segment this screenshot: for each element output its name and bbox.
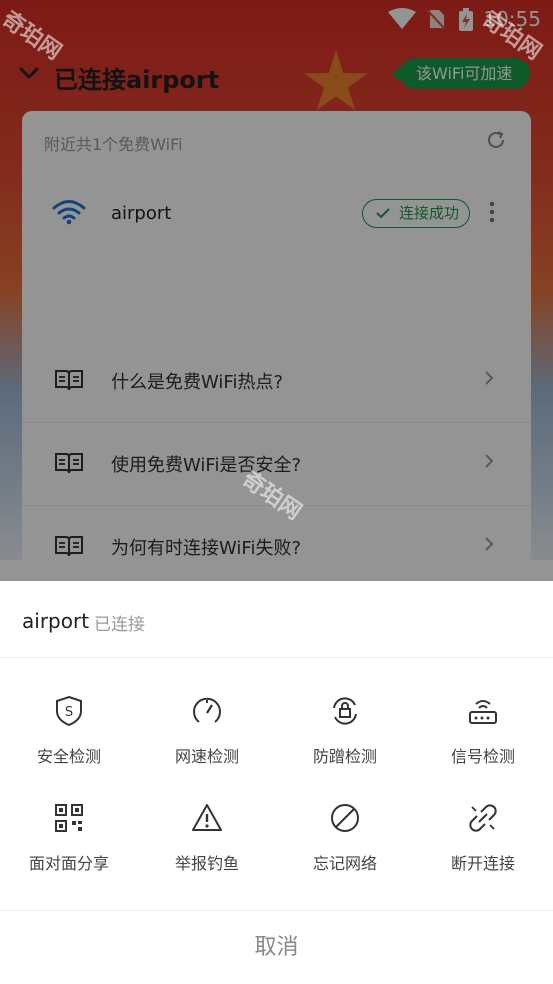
action-label: 安全检测 bbox=[36, 747, 101, 766]
forbidden-icon bbox=[331, 804, 359, 832]
action-disconnect[interactable]: 断开连接 bbox=[414, 802, 552, 892]
action-face-share[interactable]: 面对面分享 bbox=[0, 802, 138, 892]
action-label: 防蹭检测 bbox=[312, 747, 377, 766]
broken-link-icon bbox=[469, 804, 497, 832]
action-security-check[interactable]: S 安全检测 bbox=[0, 695, 138, 785]
action-label: 举报钓鱼 bbox=[174, 854, 239, 873]
action-label: 面对面分享 bbox=[28, 854, 109, 873]
action-label: 网速检测 bbox=[174, 747, 239, 766]
shield-s-icon: S bbox=[56, 695, 82, 727]
action-report-phishing[interactable]: 举报钓鱼 bbox=[138, 802, 276, 892]
lock-refresh-icon bbox=[333, 697, 357, 725]
svg-text:S: S bbox=[65, 705, 73, 720]
warning-icon bbox=[192, 804, 222, 831]
sheet-connection-status: 已连接 bbox=[94, 615, 145, 635]
speedometer-icon bbox=[193, 697, 221, 723]
cancel-button[interactable]: 取消 bbox=[0, 910, 553, 984]
action-forget-network[interactable]: 忘记网络 bbox=[276, 802, 414, 892]
action-label: 忘记网络 bbox=[312, 854, 377, 873]
action-bottom-sheet: airport 已连接 S 安全检测 网速检测 防蹭检测 信号检测 面对面分享 … bbox=[0, 581, 553, 983]
action-leech-check[interactable]: 防蹭检测 bbox=[276, 695, 414, 785]
action-label: 断开连接 bbox=[450, 854, 515, 873]
action-signal-check[interactable]: 信号检测 bbox=[414, 695, 552, 785]
action-speed-test[interactable]: 网速检测 bbox=[138, 695, 276, 785]
router-icon bbox=[469, 700, 497, 724]
sheet-network-name: airport bbox=[22, 609, 90, 633]
qr-code-icon bbox=[55, 804, 83, 832]
sheet-header: airport 已连接 bbox=[0, 581, 553, 658]
action-label: 信号检测 bbox=[450, 747, 515, 766]
